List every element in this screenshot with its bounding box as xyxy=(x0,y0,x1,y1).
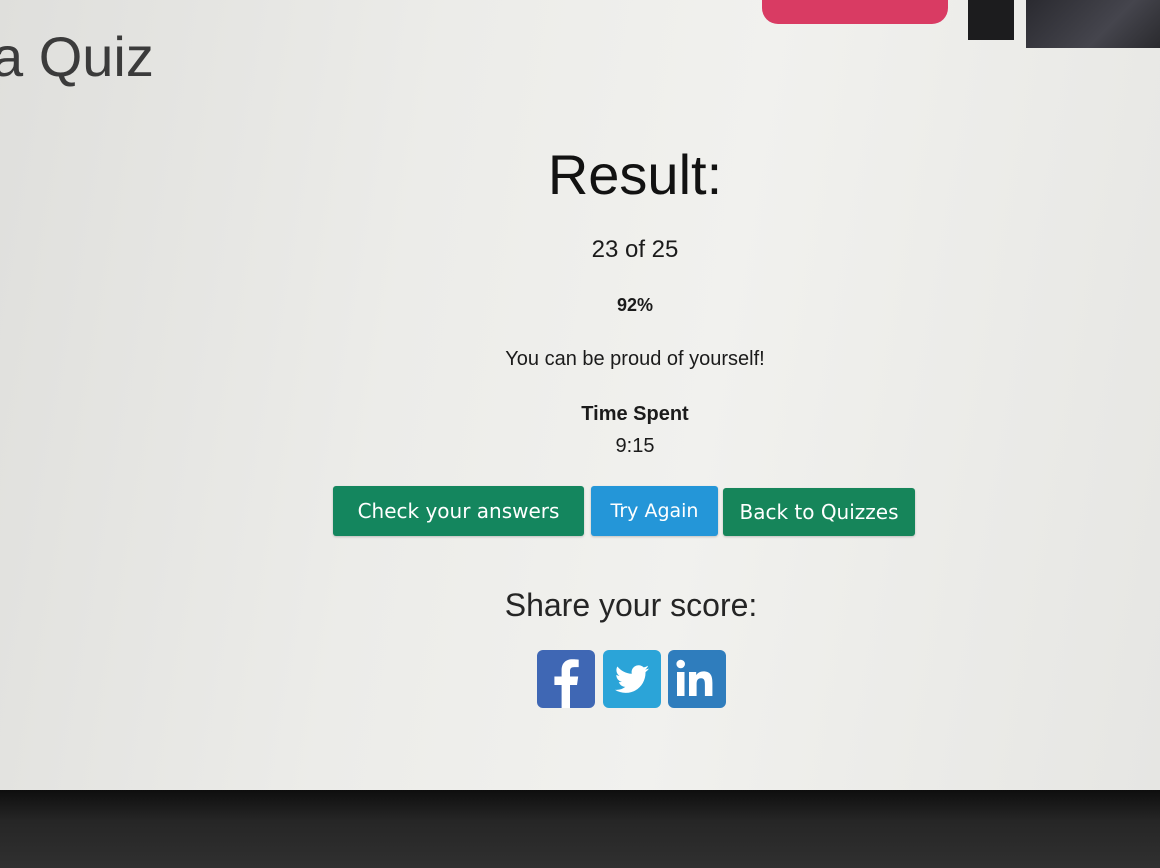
browser-viewport: a Quiz Result: 23 of 25 92% You can be p… xyxy=(0,0,1160,790)
result-message: You can be proud of yourself! xyxy=(505,348,765,370)
twitter-share-button[interactable] xyxy=(603,650,661,708)
share-heading: Share your score: xyxy=(504,587,758,623)
facebook-icon xyxy=(554,659,579,708)
top-action-button[interactable] xyxy=(762,0,948,24)
back-to-quizzes-button[interactable]: Back to Quizzes xyxy=(723,488,915,536)
laptop-bezel xyxy=(0,790,1160,868)
try-again-button[interactable]: Try Again xyxy=(591,486,718,536)
score-text: 23 of 25 xyxy=(591,236,679,263)
time-spent-label: Time Spent xyxy=(581,403,689,425)
page-title: a Quiz xyxy=(0,25,154,88)
score-percent: 92% xyxy=(616,295,654,315)
result-heading: Result: xyxy=(547,143,723,206)
check-answers-button[interactable]: Check your answers xyxy=(333,486,584,536)
linkedin-share-button[interactable] xyxy=(668,650,726,708)
top-thumbnail-image[interactable] xyxy=(1026,0,1160,48)
linkedin-icon xyxy=(676,659,713,696)
twitter-icon xyxy=(614,665,649,693)
top-thumbnail[interactable] xyxy=(968,0,1014,40)
time-spent-value: 9:15 xyxy=(615,435,655,457)
facebook-share-button[interactable] xyxy=(537,650,595,708)
